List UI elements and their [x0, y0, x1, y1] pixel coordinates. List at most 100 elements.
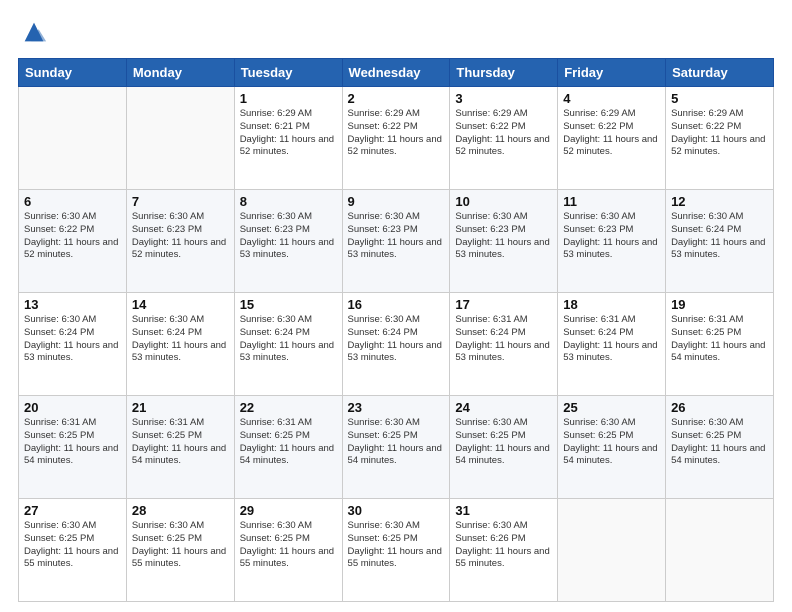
day-info: Sunrise: 6:31 AM Sunset: 6:25 PM Dayligh…	[24, 417, 121, 468]
day-number: 9	[348, 194, 445, 209]
calendar-cell: 20 Sunrise: 6:31 AM Sunset: 6:25 PM Dayli…	[19, 396, 127, 499]
day-number: 10	[455, 194, 552, 209]
day-info: Sunrise: 6:30 AM Sunset: 6:25 PM Dayligh…	[132, 520, 229, 571]
day-number: 20	[24, 400, 121, 415]
day-info: Sunrise: 6:30 AM Sunset: 6:23 PM Dayligh…	[348, 211, 445, 262]
day-number: 2	[348, 91, 445, 106]
day-info: Sunrise: 6:30 AM Sunset: 6:25 PM Dayligh…	[24, 520, 121, 571]
calendar-cell: 14 Sunrise: 6:30 AM Sunset: 6:24 PM Dayli…	[126, 293, 234, 396]
page: SundayMondayTuesdayWednesdayThursdayFrid…	[0, 0, 792, 612]
day-number: 3	[455, 91, 552, 106]
day-number: 18	[563, 297, 660, 312]
day-number: 6	[24, 194, 121, 209]
calendar-cell: 1 Sunrise: 6:29 AM Sunset: 6:21 PM Daylig…	[234, 87, 342, 190]
calendar-week-row: 27 Sunrise: 6:30 AM Sunset: 6:25 PM Dayli…	[19, 499, 774, 602]
day-number: 11	[563, 194, 660, 209]
header	[18, 18, 774, 46]
day-info: Sunrise: 6:30 AM Sunset: 6:24 PM Dayligh…	[348, 314, 445, 365]
calendar-week-row: 1 Sunrise: 6:29 AM Sunset: 6:21 PM Daylig…	[19, 87, 774, 190]
calendar-cell: 30Sunrise: 6:30 AM Sunset: 6:25 PM Dayli…	[342, 499, 450, 602]
day-info: Sunrise: 6:29 AM Sunset: 6:22 PM Dayligh…	[348, 108, 445, 159]
calendar-cell	[558, 499, 666, 602]
weekday-header: Friday	[558, 59, 666, 87]
day-number: 22	[240, 400, 337, 415]
day-number: 24	[455, 400, 552, 415]
calendar-cell: 13 Sunrise: 6:30 AM Sunset: 6:24 PM Dayli…	[19, 293, 127, 396]
calendar-week-row: 20 Sunrise: 6:31 AM Sunset: 6:25 PM Dayli…	[19, 396, 774, 499]
weekday-header: Monday	[126, 59, 234, 87]
day-info: Sunrise: 6:29 AM Sunset: 6:22 PM Dayligh…	[563, 108, 660, 159]
day-info: Sunrise: 6:30 AM Sunset: 6:24 PM Dayligh…	[24, 314, 121, 365]
day-number: 29	[240, 503, 337, 518]
calendar-cell: 31 Sunrise: 6:30 AM Sunset: 6:26 PM Dayli…	[450, 499, 558, 602]
calendar-cell: 5Sunrise: 6:29 AM Sunset: 6:22 PM Daylig…	[666, 87, 774, 190]
day-number: 27	[24, 503, 121, 518]
day-info: Sunrise: 6:30 AM Sunset: 6:23 PM Dayligh…	[240, 211, 337, 262]
day-number: 1	[240, 91, 337, 106]
day-info: Sunrise: 6:30 AM Sunset: 6:23 PM Dayligh…	[563, 211, 660, 262]
day-info: Sunrise: 6:30 AM Sunset: 6:24 PM Dayligh…	[240, 314, 337, 365]
day-number: 16	[348, 297, 445, 312]
calendar-cell: 11 Sunrise: 6:30 AM Sunset: 6:23 PM Dayli…	[558, 190, 666, 293]
day-info: Sunrise: 6:31 AM Sunset: 6:25 PM Dayligh…	[240, 417, 337, 468]
day-number: 13	[24, 297, 121, 312]
day-info: Sunrise: 6:31 AM Sunset: 6:25 PM Dayligh…	[132, 417, 229, 468]
day-info: Sunrise: 6:30 AM Sunset: 6:26 PM Dayligh…	[455, 520, 552, 571]
calendar-cell: 18 Sunrise: 6:31 AM Sunset: 6:24 PM Dayli…	[558, 293, 666, 396]
day-number: 12	[671, 194, 768, 209]
day-number: 14	[132, 297, 229, 312]
day-info: Sunrise: 6:30 AM Sunset: 6:25 PM Dayligh…	[671, 417, 768, 468]
calendar-cell: 2 Sunrise: 6:29 AM Sunset: 6:22 PM Daylig…	[342, 87, 450, 190]
calendar-cell	[126, 87, 234, 190]
calendar-cell: 6 Sunrise: 6:30 AM Sunset: 6:22 PM Daylig…	[19, 190, 127, 293]
day-info: Sunrise: 6:31 AM Sunset: 6:24 PM Dayligh…	[455, 314, 552, 365]
logo	[18, 18, 48, 46]
logo-icon	[20, 18, 48, 46]
day-info: Sunrise: 6:30 AM Sunset: 6:24 PM Dayligh…	[671, 211, 768, 262]
weekday-header-row: SundayMondayTuesdayWednesdayThursdayFrid…	[19, 59, 774, 87]
calendar-table: SundayMondayTuesdayWednesdayThursdayFrid…	[18, 58, 774, 602]
day-info: Sunrise: 6:30 AM Sunset: 6:25 PM Dayligh…	[563, 417, 660, 468]
weekday-header: Saturday	[666, 59, 774, 87]
calendar-cell: 3Sunrise: 6:29 AM Sunset: 6:22 PM Daylig…	[450, 87, 558, 190]
day-info: Sunrise: 6:29 AM Sunset: 6:21 PM Dayligh…	[240, 108, 337, 159]
calendar-cell: 29Sunrise: 6:30 AM Sunset: 6:25 PM Dayli…	[234, 499, 342, 602]
calendar-cell: 22 Sunrise: 6:31 AM Sunset: 6:25 PM Dayli…	[234, 396, 342, 499]
weekday-header: Thursday	[450, 59, 558, 87]
calendar-cell: 10 Sunrise: 6:30 AM Sunset: 6:23 PM Dayli…	[450, 190, 558, 293]
day-number: 4	[563, 91, 660, 106]
calendar-cell	[19, 87, 127, 190]
weekday-header: Tuesday	[234, 59, 342, 87]
day-number: 31	[455, 503, 552, 518]
day-number: 28	[132, 503, 229, 518]
calendar-week-row: 6 Sunrise: 6:30 AM Sunset: 6:22 PM Daylig…	[19, 190, 774, 293]
weekday-header: Wednesday	[342, 59, 450, 87]
day-info: Sunrise: 6:31 AM Sunset: 6:25 PM Dayligh…	[671, 314, 768, 365]
calendar-cell: 25Sunrise: 6:30 AM Sunset: 6:25 PM Dayli…	[558, 396, 666, 499]
day-info: Sunrise: 6:30 AM Sunset: 6:23 PM Dayligh…	[132, 211, 229, 262]
day-number: 19	[671, 297, 768, 312]
calendar-cell: 9 Sunrise: 6:30 AM Sunset: 6:23 PM Daylig…	[342, 190, 450, 293]
day-info: Sunrise: 6:30 AM Sunset: 6:24 PM Dayligh…	[132, 314, 229, 365]
day-info: Sunrise: 6:30 AM Sunset: 6:25 PM Dayligh…	[348, 417, 445, 468]
calendar-cell: 7 Sunrise: 6:30 AM Sunset: 6:23 PM Daylig…	[126, 190, 234, 293]
calendar-cell: 8Sunrise: 6:30 AM Sunset: 6:23 PM Daylig…	[234, 190, 342, 293]
calendar-cell: 4 Sunrise: 6:29 AM Sunset: 6:22 PM Daylig…	[558, 87, 666, 190]
calendar-cell: 17 Sunrise: 6:31 AM Sunset: 6:24 PM Dayli…	[450, 293, 558, 396]
calendar-cell: 27 Sunrise: 6:30 AM Sunset: 6:25 PM Dayli…	[19, 499, 127, 602]
calendar-cell: 15Sunrise: 6:30 AM Sunset: 6:24 PM Dayli…	[234, 293, 342, 396]
day-number: 21	[132, 400, 229, 415]
calendar-cell: 19 Sunrise: 6:31 AM Sunset: 6:25 PM Dayli…	[666, 293, 774, 396]
calendar-cell: 28 Sunrise: 6:30 AM Sunset: 6:25 PM Dayli…	[126, 499, 234, 602]
calendar-cell: 12 Sunrise: 6:30 AM Sunset: 6:24 PM Dayli…	[666, 190, 774, 293]
day-number: 7	[132, 194, 229, 209]
weekday-header: Sunday	[19, 59, 127, 87]
day-info: Sunrise: 6:30 AM Sunset: 6:25 PM Dayligh…	[348, 520, 445, 571]
day-info: Sunrise: 6:30 AM Sunset: 6:22 PM Dayligh…	[24, 211, 121, 262]
day-number: 17	[455, 297, 552, 312]
day-number: 26	[671, 400, 768, 415]
calendar-cell: 16 Sunrise: 6:30 AM Sunset: 6:24 PM Dayli…	[342, 293, 450, 396]
calendar-cell: 23Sunrise: 6:30 AM Sunset: 6:25 PM Dayli…	[342, 396, 450, 499]
day-info: Sunrise: 6:31 AM Sunset: 6:24 PM Dayligh…	[563, 314, 660, 365]
day-info: Sunrise: 6:30 AM Sunset: 6:23 PM Dayligh…	[455, 211, 552, 262]
